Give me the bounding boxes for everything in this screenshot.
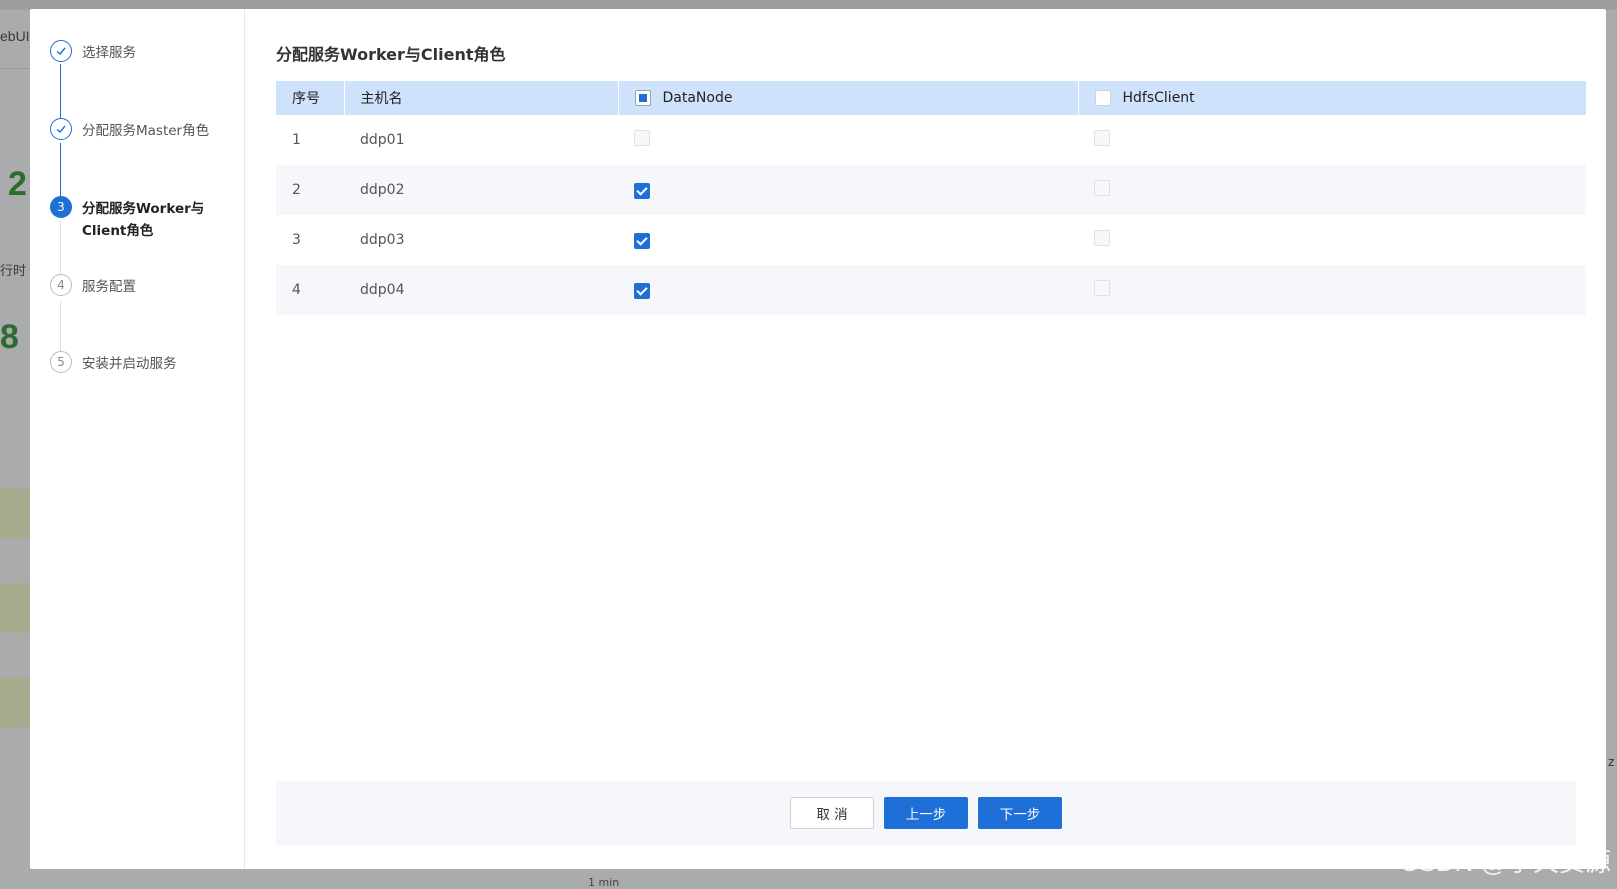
table-row: 1 ddp01 [276,115,1586,165]
row-index: 4 [292,282,301,298]
step-number-badge: 5 [50,351,72,373]
page-title: 分配服务Worker与Client角色 [276,45,506,64]
column-header-label: HdfsClient [1122,90,1195,106]
background-metric-a: 2 [8,165,27,203]
background-chart-bar [0,678,32,728]
datanode-checkbox[interactable] [634,183,650,199]
background-z-fragment: z [1608,755,1615,769]
hdfsclient-checkbox[interactable] [1094,130,1110,146]
background-chart-bar [0,583,32,633]
step-connector [60,221,61,279]
background-divider [0,68,30,69]
table-row: 2 ddp02 [276,165,1586,215]
step-label: 选择服务 [82,45,136,61]
step-number-badge: 3 [50,196,72,218]
column-header-index: 序号 [276,81,345,115]
step-label: 安装并启动服务 [82,356,177,372]
wizard-modal: 选择服务 分配服务Master角色 3 分配服务Worker与Client角色 … [30,9,1606,869]
previous-step-button[interactable]: 上一步 [884,797,968,829]
datanode-checkbox[interactable] [634,130,650,146]
row-host: ddp02 [360,182,405,198]
step-label: 分配服务Worker与Client角色 [82,201,205,239]
select-all-hdfsclient-checkbox[interactable] [1094,90,1111,106]
step-number-badge: 4 [50,274,72,296]
background-label-fragment: 行时 [0,264,27,279]
column-header-hdfsclient: HdfsClient [1078,81,1586,115]
wizard-footer: 取 消 上一步 下一步 [276,781,1576,845]
datanode-checkbox[interactable] [634,283,650,299]
role-assignment-table: 序号 主机名 DataNode HdfsClient 1 ddp01 2 ddp… [276,81,1586,315]
next-step-button[interactable]: 下一步 [978,797,1062,829]
hdfsclient-checkbox[interactable] [1094,280,1110,296]
background-metric-b: 8 [0,318,19,356]
table-header-row: 序号 主机名 DataNode HdfsClient [276,81,1586,115]
row-index: 2 [292,182,301,198]
row-index: 1 [292,132,301,148]
column-header-host: 主机名 [344,81,619,115]
check-icon [50,118,72,140]
column-header-label: DataNode [662,90,733,106]
watermark: CSDN @小天资源 [1399,847,1611,877]
row-host: ddp04 [360,282,405,298]
background-tab-fragment: ebUI [0,28,30,44]
datanode-checkbox[interactable] [634,233,650,249]
cancel-button[interactable]: 取 消 [790,797,874,829]
check-icon [50,40,72,62]
step-connector [60,64,61,122]
step-label: 分配服务Master角色 [82,123,210,139]
row-index: 3 [292,232,301,248]
step-connector [60,143,61,199]
row-host: ddp03 [360,232,405,248]
wizard-content: 分配服务Worker与Client角色 序号 主机名 DataNode Hdfs… [276,9,1606,869]
hdfsclient-checkbox[interactable] [1094,230,1110,246]
column-header-datanode: DataNode [618,81,1079,115]
hdfsclient-checkbox[interactable] [1094,180,1110,196]
table-row: 4 ddp04 [276,265,1586,315]
row-host: ddp01 [360,132,405,148]
table-row: 3 ddp03 [276,215,1586,265]
step-label: 服务配置 [82,279,136,295]
wizard-steps: 选择服务 分配服务Master角色 3 分配服务Worker与Client角色 … [30,9,245,869]
background-axis-label: 1 min [588,876,620,889]
select-all-datanode-checkbox[interactable] [634,90,651,106]
background-chart-bar [0,488,32,538]
